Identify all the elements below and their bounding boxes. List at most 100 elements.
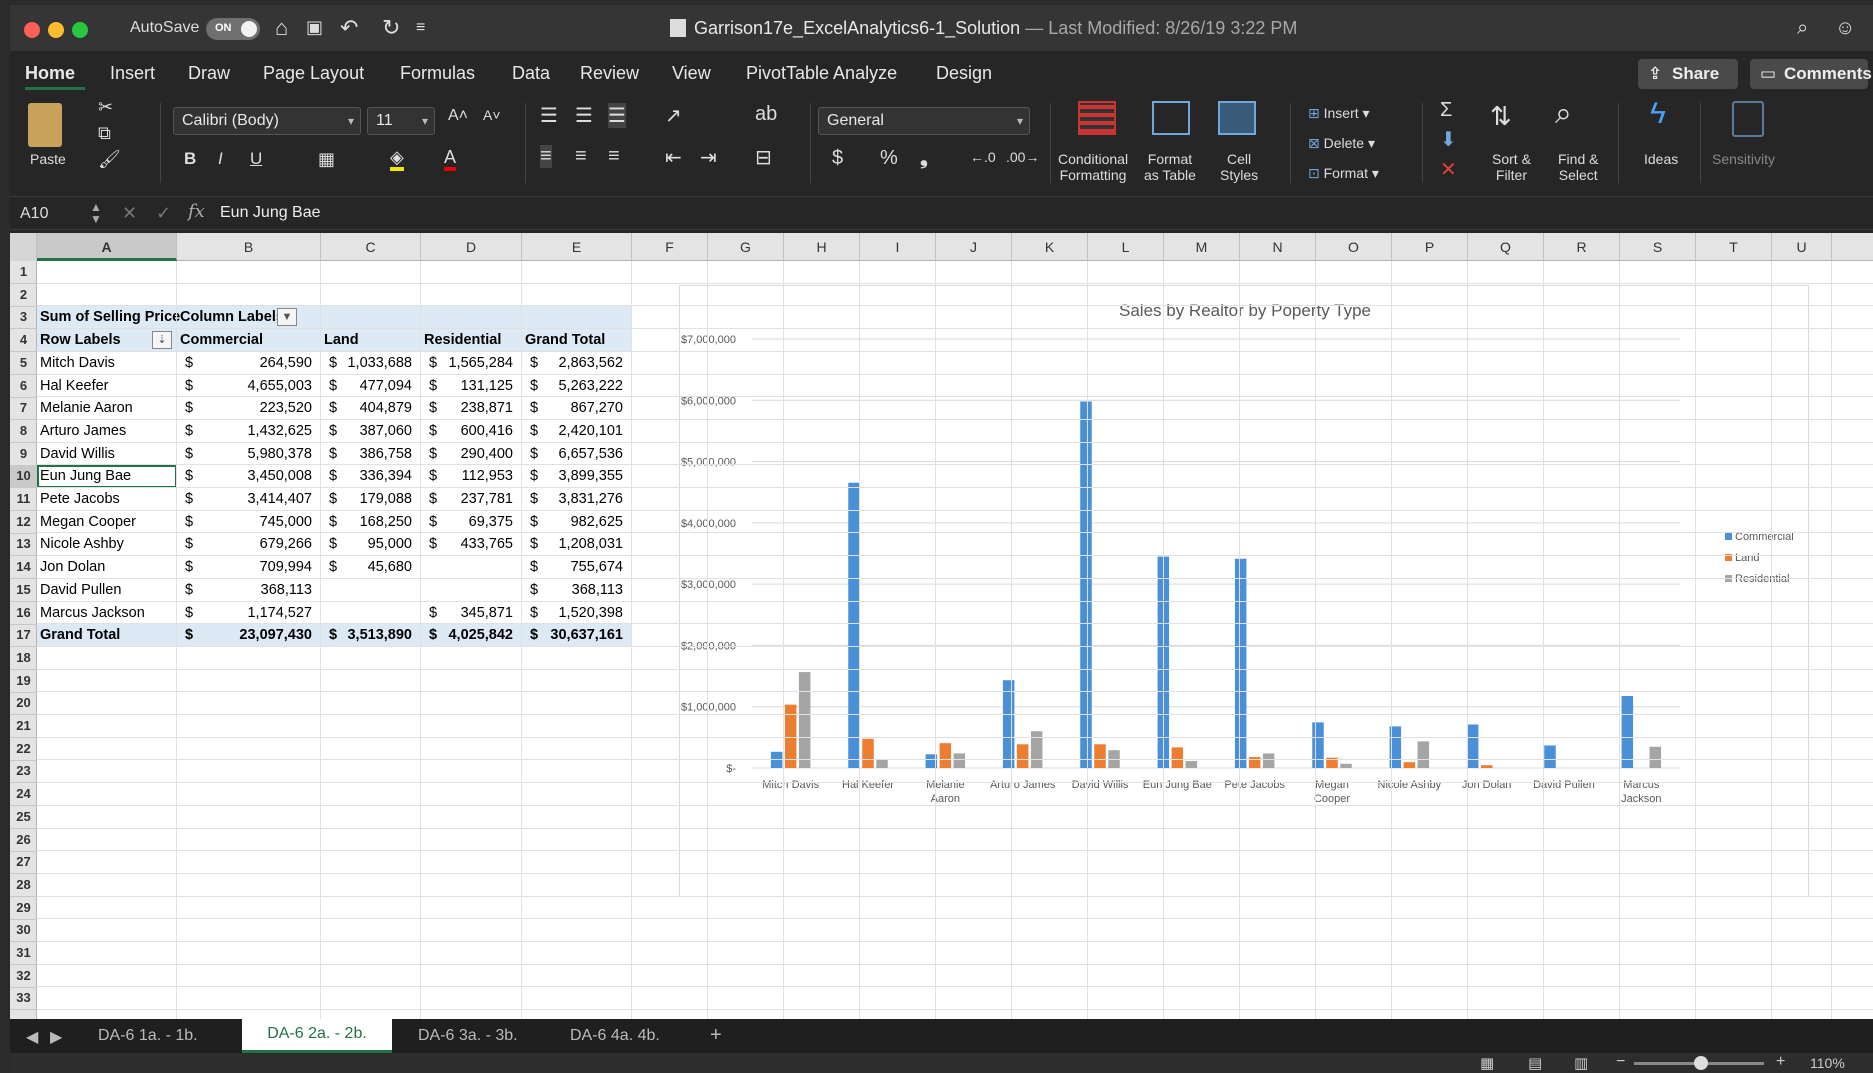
borders-icon[interactable]: ▦ xyxy=(318,149,335,170)
pivot-row-label[interactable]: Mitch Davis xyxy=(40,352,115,375)
pivot-value-land[interactable]: 168,250 xyxy=(324,511,412,534)
insert-function-icon[interactable]: fx xyxy=(188,201,205,222)
delete-cells-button[interactable]: ⊠ Delete ▾ xyxy=(1308,135,1375,151)
align-top-icon[interactable]: ☰ xyxy=(540,103,558,128)
home-icon[interactable]: ⌂ xyxy=(275,15,288,41)
column-header-K[interactable]: K xyxy=(1012,233,1088,261)
row-header[interactable]: 23 xyxy=(10,760,37,784)
wrap-text-icon[interactable]: ab xyxy=(755,103,777,126)
row-header[interactable]: 24 xyxy=(10,783,37,807)
row-header[interactable]: 16 xyxy=(10,602,37,625)
pivot-value-land[interactable]: 45,680 xyxy=(324,556,412,579)
row-header[interactable]: 32 xyxy=(10,965,37,988)
pivot-value-total[interactable]: 867,270 xyxy=(525,397,623,420)
pivot-row-label[interactable]: David Willis xyxy=(40,443,115,466)
row-header[interactable]: 31 xyxy=(10,942,37,965)
pivot-value-commercial[interactable]: 3,414,407 xyxy=(180,488,312,511)
pivot-value-land[interactable]: 404,879 xyxy=(324,397,412,420)
pivot-value-commercial[interactable]: 223,520 xyxy=(180,397,312,420)
format-as-table-label[interactable]: Format as Table xyxy=(1144,151,1196,183)
format-painter-icon[interactable]: 🖌 xyxy=(98,149,121,170)
pivot-value-residential[interactable]: 1,565,284 xyxy=(424,352,513,375)
column-header-B[interactable]: B xyxy=(177,233,321,261)
row-header[interactable]: 2 xyxy=(10,284,37,307)
row-header[interactable]: 6 xyxy=(10,375,37,398)
pivot-value-land[interactable]: 387,060 xyxy=(324,420,412,443)
pivot-row-label[interactable]: Jon Dolan xyxy=(40,556,105,579)
zoom-out-icon[interactable]: − xyxy=(1616,1053,1625,1071)
smiley-feedback-icon[interactable]: ☺ xyxy=(1835,17,1855,40)
column-header-O[interactable]: O xyxy=(1316,233,1392,261)
tab-design[interactable]: Design xyxy=(936,63,992,84)
pivot-value-total[interactable]: 368,113 xyxy=(525,579,623,602)
pivot-value-commercial[interactable]: 1,174,527 xyxy=(180,602,312,625)
redo-icon[interactable]: ↻ xyxy=(382,15,400,41)
pivot-row-label[interactable]: Megan Cooper xyxy=(40,511,136,534)
row-header[interactable]: 9 xyxy=(10,443,37,466)
sensitivity-icon[interactable] xyxy=(1732,101,1764,137)
row-header[interactable]: 8 xyxy=(10,420,37,443)
scroll-tabs-right-icon[interactable]: ▶ xyxy=(50,1027,62,1047)
column-header-J[interactable]: J xyxy=(936,233,1012,261)
pivot-value-total[interactable]: 2,420,101 xyxy=(525,420,623,443)
pivot-value-commercial[interactable]: 5,980,378 xyxy=(180,443,312,466)
pivot-value-total[interactable]: 6,657,536 xyxy=(525,443,623,466)
pivot-row-label[interactable]: Arturo James xyxy=(40,420,126,443)
column-header-G[interactable]: G xyxy=(708,233,784,261)
add-sheet-icon[interactable]: + xyxy=(710,1024,722,1047)
row-header[interactable]: 11 xyxy=(10,488,37,511)
pivot-row-label[interactable]: Pete Jacobs xyxy=(40,488,120,511)
find-select-label[interactable]: Find & Select xyxy=(1558,151,1598,183)
increase-indent-icon[interactable]: ⇥ xyxy=(700,145,717,170)
increase-font-icon[interactable]: A˄ xyxy=(448,107,468,125)
pivot-value-residential[interactable]: 4,025,842 xyxy=(424,624,513,647)
row-header[interactable]: 27 xyxy=(10,851,37,875)
share-button[interactable]: ⇪ Share xyxy=(1638,59,1738,89)
pivot-row-label[interactable]: Nicole Ashby xyxy=(40,533,124,556)
fill-color-icon[interactable]: ◈ xyxy=(390,147,404,171)
land-header[interactable]: Land xyxy=(324,329,359,352)
column-header-N[interactable]: N xyxy=(1240,233,1316,261)
tab-pivottable-analyze[interactable]: PivotTable Analyze xyxy=(746,63,897,84)
column-header-Q[interactable]: Q xyxy=(1468,233,1544,261)
pivot-title[interactable]: Sum of Selling Price xyxy=(40,306,180,329)
pivot-row-label[interactable]: Hal Keefer xyxy=(40,375,109,398)
bold-icon[interactable]: B xyxy=(184,149,196,169)
pivot-value-commercial[interactable]: 709,994 xyxy=(180,556,312,579)
pivot-value-residential[interactable]: 237,781 xyxy=(424,488,513,511)
sheet-tab-3[interactable]: DA-6 3a. - 3b. xyxy=(418,1027,518,1045)
insert-cells-button[interactable]: ⊞ Insert ▾ xyxy=(1308,105,1370,121)
accounting-format-icon[interactable]: $ xyxy=(832,147,843,170)
row-header[interactable]: 4 xyxy=(10,329,37,353)
pivot-value-land[interactable]: 3,513,890 xyxy=(324,624,412,647)
row-header[interactable]: 18 xyxy=(10,647,37,670)
pivot-value-residential[interactable]: 290,400 xyxy=(424,443,513,466)
column-labels-header[interactable]: Column Labels xyxy=(180,306,284,329)
row-filter-dropdown-icon[interactable]: ⇣ xyxy=(152,331,172,350)
row-header[interactable]: 19 xyxy=(10,670,37,693)
merge-center-icon[interactable]: ⊟ xyxy=(755,145,772,170)
row-header[interactable]: 5 xyxy=(10,352,37,375)
autosave-toggle[interactable]: ON xyxy=(206,18,260,40)
column-filter-dropdown-icon[interactable]: ▼ xyxy=(277,308,297,327)
scroll-tabs-left-icon[interactable]: ◀ xyxy=(26,1027,38,1047)
tab-page-layout[interactable]: Page Layout xyxy=(263,63,364,84)
autosum-icon[interactable]: Σ xyxy=(1440,99,1452,122)
pivot-value-residential[interactable]: 69,375 xyxy=(424,511,513,534)
tab-data[interactable]: Data xyxy=(512,63,550,84)
worksheet-grid[interactable]: ABCDEFGHIJKLMNOPQRSTU 1 2 3 4 5 6 7 8 9 10 11 12 13 1… xyxy=(10,233,1873,1019)
column-header-S[interactable]: S xyxy=(1620,233,1696,261)
pivot-value-total[interactable]: 1,520,398 xyxy=(525,602,623,625)
increase-decimal-icon[interactable]: ←.0 xyxy=(970,149,996,165)
row-labels-header[interactable]: Row Labels xyxy=(40,329,121,352)
tab-home[interactable]: Home xyxy=(25,63,75,84)
align-left-icon[interactable]: ≡ xyxy=(540,145,552,168)
save-icon[interactable]: ▣ xyxy=(306,17,323,38)
row-header[interactable]: 7 xyxy=(10,397,37,421)
page-break-view-icon[interactable]: ▥ xyxy=(1574,1054,1588,1072)
row-header[interactable]: 13 xyxy=(10,533,37,557)
pivot-value-residential[interactable]: 112,953 xyxy=(424,465,513,488)
sensitivity-label[interactable]: Sensitivity xyxy=(1712,151,1775,167)
pivot-row-label[interactable]: Melanie Aaron xyxy=(40,397,133,420)
search-icon[interactable]: ⌕ xyxy=(1797,17,1808,40)
